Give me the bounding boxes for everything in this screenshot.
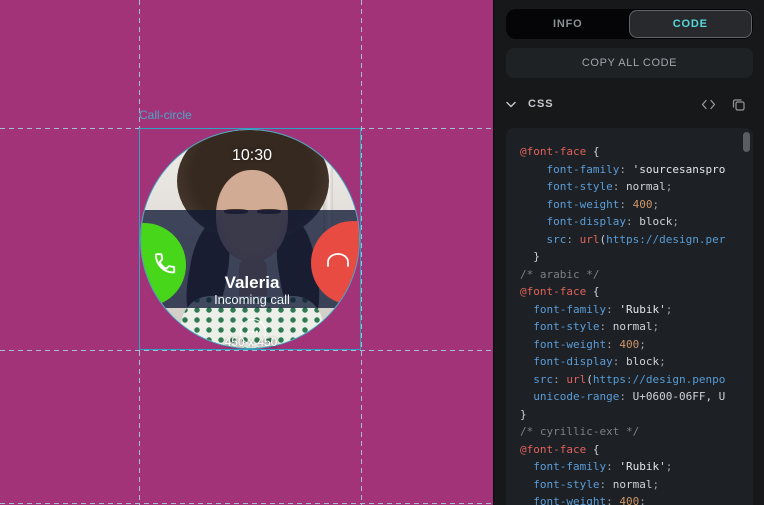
css-section-header: CSS (506, 95, 753, 113)
vertical-guide (361, 0, 362, 505)
design-canvas[interactable]: Call-circle 10:30 (0, 0, 493, 505)
css-code-block: @font-face { font-family: 'sourcesanspro… (506, 128, 753, 505)
call-circle-widget[interactable]: 10:30 Valeria Incoming call ••• (140, 129, 360, 349)
code-line: @font-face { (520, 283, 753, 301)
code-line: font-weight: 400; (520, 196, 753, 214)
code-view-icon[interactable] (701, 99, 716, 110)
tab-info[interactable]: INFO (507, 10, 629, 38)
code-line: @font-face { (520, 441, 753, 459)
code-line: font-display: block; (520, 353, 753, 371)
frame-name-label[interactable]: Call-circle (139, 108, 192, 122)
inspect-panel: INFO CODE COPY ALL CODE CSS (493, 0, 764, 505)
code-line: font-style: normal; (520, 476, 753, 494)
code-line: src: url(https://design.penpo (520, 371, 753, 389)
selection-size-label: 450 x 450 (140, 335, 362, 349)
chevron-down-icon[interactable] (506, 101, 524, 108)
horizontal-guide (0, 350, 493, 351)
code-line: font-weight: 400; (520, 493, 753, 505)
code-line: font-weight: 400; (520, 336, 753, 354)
tab-code[interactable]: CODE (629, 10, 753, 38)
code-line: src: url(https://design.per (520, 231, 753, 249)
selected-frame[interactable]: 10:30 Valeria Incoming call ••• 450 x 45… (139, 128, 361, 350)
code-line: /* arabic */ (520, 266, 753, 284)
code-line: } (520, 248, 753, 266)
code-line: font-family: 'Rubik'; (520, 458, 753, 476)
copy-css-icon[interactable] (732, 98, 745, 111)
code-line: font-style: normal; (520, 318, 753, 336)
code-line: @font-face { (520, 143, 753, 161)
css-code-text: @font-face { font-family: 'sourcesanspro… (506, 128, 753, 505)
code-line: } (520, 406, 753, 424)
call-time: 10:30 (141, 147, 360, 165)
code-scrollbar-thumb[interactable] (743, 132, 750, 152)
code-line: font-display: block; (520, 213, 753, 231)
copy-all-code-button[interactable]: COPY ALL CODE (506, 48, 753, 78)
caller-name: Valeria (141, 273, 360, 293)
code-line: font-style: normal; (520, 178, 753, 196)
call-status: Incoming call (141, 292, 360, 307)
code-line: font-family: 'Rubik'; (520, 301, 753, 319)
code-line: unicode-range: U+0600-06FF, U (520, 388, 753, 406)
app-window: Call-circle 10:30 (0, 0, 764, 505)
horizontal-guide (0, 503, 493, 504)
code-line: font-family: 'sourcesanspro (520, 161, 753, 179)
phone-decline-icon (323, 250, 353, 270)
css-section-label: CSS (528, 98, 554, 110)
code-line: /* cyrillic-ext */ (520, 423, 753, 441)
panel-tabbar: INFO CODE (506, 9, 753, 39)
